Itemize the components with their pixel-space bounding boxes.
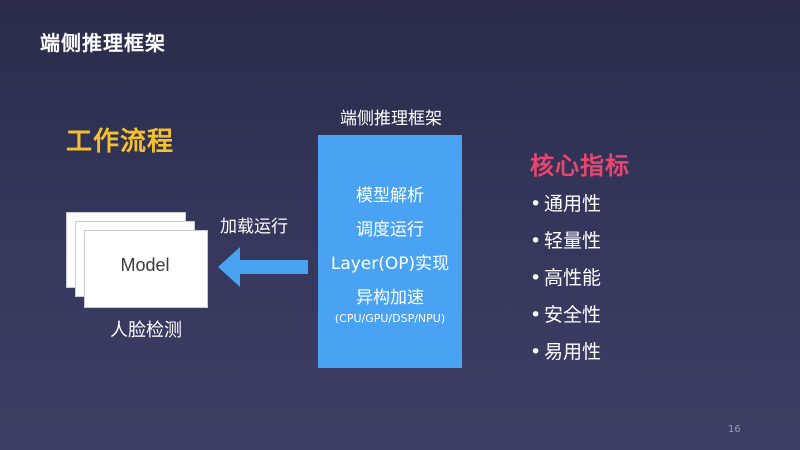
metric-item: • 高性能 bbox=[530, 260, 601, 297]
framework-item: 调度运行 bbox=[356, 220, 424, 240]
slide-title: 端侧推理框架 bbox=[40, 31, 166, 55]
metric-item: • 轻量性 bbox=[530, 223, 601, 260]
metric-item: • 安全性 bbox=[530, 297, 601, 334]
page-number: 16 bbox=[728, 424, 741, 435]
metric-item: • 通用性 bbox=[530, 186, 601, 223]
framework-item: 异构加速 bbox=[356, 288, 424, 308]
model-document-stack: Model bbox=[66, 212, 216, 312]
bullet-icon: • bbox=[530, 193, 542, 215]
document-page-front: Model bbox=[84, 230, 208, 308]
load-run-label: 加载运行 bbox=[220, 217, 288, 237]
framework-item: 模型解析 bbox=[356, 186, 424, 206]
framework-box: 模型解析 调度运行 Layer(OP)实现 异构加速 (CPU/GPU/DSP/… bbox=[318, 135, 462, 368]
bullet-icon: • bbox=[530, 304, 542, 326]
framework-label: 端侧推理框架 bbox=[340, 109, 442, 129]
metric-label: 安全性 bbox=[544, 304, 602, 326]
workflow-heading: 工作流程 bbox=[66, 127, 175, 157]
metric-label: 高性能 bbox=[544, 267, 602, 289]
metric-label: 易用性 bbox=[544, 341, 602, 363]
bullet-icon: • bbox=[530, 267, 542, 289]
framework-note: (CPU/GPU/DSP/NPU) bbox=[334, 312, 446, 325]
bullet-icon: • bbox=[530, 341, 542, 363]
model-label: Model bbox=[120, 255, 170, 275]
metrics-list: • 通用性 • 轻量性 • 高性能 • 安全性 • 易用性 bbox=[530, 186, 601, 371]
metric-label: 通用性 bbox=[544, 193, 602, 215]
metric-label: 轻量性 bbox=[544, 230, 602, 252]
metric-item: • 易用性 bbox=[530, 334, 601, 371]
framework-item: Layer(OP)实现 bbox=[330, 254, 450, 274]
metrics-heading: 核心指标 bbox=[530, 152, 630, 180]
bullet-icon: • bbox=[530, 230, 542, 252]
arrow-left-icon bbox=[218, 247, 308, 287]
face-detection-label: 人脸检测 bbox=[110, 320, 182, 341]
